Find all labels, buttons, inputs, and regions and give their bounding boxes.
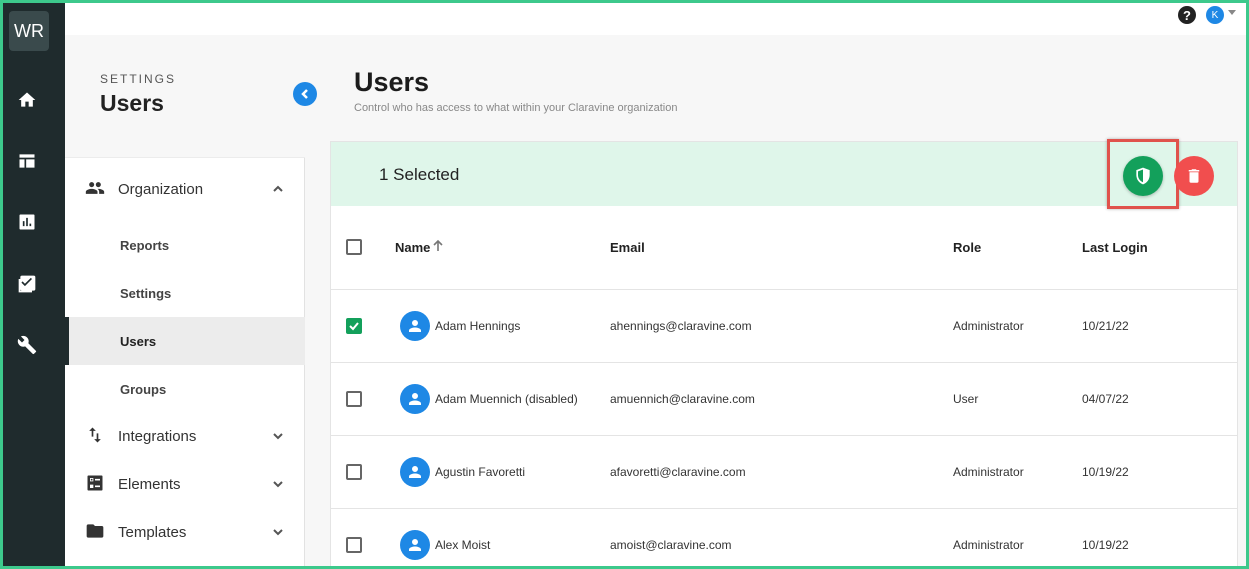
user-avatar-icon	[400, 384, 430, 414]
home-icon[interactable]	[16, 89, 38, 111]
users-table-card: 1 Selected Name Email Role Last Login Ad…	[330, 139, 1238, 566]
sidebar-group-organization[interactable]: Organization	[65, 165, 305, 213]
user-avatar[interactable]: K	[1206, 6, 1224, 24]
collapse-sidebar-button[interactable]	[293, 82, 317, 106]
row-checkbox[interactable]	[346, 537, 362, 553]
table-row[interactable]: Adam Hennings ahennings@claravine.com Ad…	[331, 290, 1237, 363]
cell-role: Administrator	[953, 319, 1024, 333]
help-icon[interactable]: ?	[1178, 6, 1196, 24]
cell-email: amuennich@claravine.com	[610, 392, 755, 406]
table-row[interactable]: Agustin Favoretti afavoretti@claravine.c…	[331, 436, 1237, 509]
chevron-up-icon[interactable]	[271, 182, 285, 196]
app-window: WR ? K SETTINGS Users Organization Repor…	[3, 3, 1246, 566]
table-row[interactable]: Alex Moist amoist@claravine.com Administ…	[331, 509, 1237, 566]
folder-icon	[85, 521, 107, 543]
cell-last-login: 10/19/22	[1082, 538, 1129, 552]
assign-role-button[interactable]	[1123, 156, 1163, 196]
cell-name[interactable]: Alex Moist	[435, 538, 490, 552]
sidebar-item-users[interactable]: Users	[65, 317, 305, 365]
people-icon	[85, 178, 107, 200]
app-rail: WR	[3, 3, 65, 566]
list-box-icon	[85, 473, 107, 495]
sidebar-group-label: Integrations	[118, 427, 197, 445]
chevron-down-icon[interactable]	[1228, 10, 1236, 15]
row-checkbox[interactable]	[346, 318, 362, 334]
cell-email: afavoretti@claravine.com	[610, 465, 746, 479]
sidebar-title: Users	[100, 90, 164, 116]
top-bar: ? K	[65, 3, 1246, 35]
shield-icon	[1136, 167, 1150, 185]
sidebar-group-label: Templates	[118, 523, 187, 541]
user-avatar-icon	[400, 530, 430, 560]
cell-name[interactable]: Adam Hennings	[435, 319, 520, 333]
cell-name[interactable]: Agustin Favoretti	[435, 465, 525, 479]
user-avatar-icon	[400, 457, 430, 487]
chevron-down-icon[interactable]	[271, 525, 285, 539]
sidebar-group-elements[interactable]: Elements	[65, 460, 305, 508]
column-header-last-login[interactable]: Last Login	[1082, 240, 1148, 255]
sidebar-group-label: Elements	[118, 475, 181, 493]
workspace-logo[interactable]: WR	[9, 11, 49, 51]
sidebar-item-reports[interactable]: Reports	[65, 221, 305, 269]
arrow-up-icon[interactable]	[431, 239, 445, 253]
cell-last-login: 04/07/22	[1082, 392, 1129, 406]
sidebar-item-label: Reports	[120, 237, 170, 253]
row-checkbox[interactable]	[346, 391, 362, 407]
trash-icon	[1188, 169, 1200, 183]
sidebar-group-templates[interactable]: Templates	[65, 508, 305, 556]
cell-role: Administrator	[953, 538, 1024, 552]
row-checkbox[interactable]	[346, 464, 362, 480]
selection-toolbar: 1 Selected	[331, 139, 1237, 209]
column-header-role[interactable]: Role	[953, 240, 981, 255]
selection-count: 1 Selected	[379, 165, 460, 184]
sidebar-item-label: Users	[120, 333, 157, 349]
checklist-icon[interactable]	[16, 273, 38, 295]
sidebar-group-integrations[interactable]: Integrations	[65, 412, 305, 460]
settings-sidebar: SETTINGS Users Organization Reports Sett…	[65, 35, 305, 566]
table-icon[interactable]	[16, 150, 38, 172]
page-title: Users	[354, 67, 430, 97]
cell-last-login: 10/19/22	[1082, 465, 1129, 479]
column-header-name[interactable]: Name	[395, 240, 430, 255]
sidebar-item-label: Groups	[120, 381, 167, 397]
user-avatar-icon	[400, 311, 430, 341]
chevron-down-icon[interactable]	[271, 429, 285, 443]
cell-role: User	[953, 392, 979, 406]
sidebar-kicker: SETTINGS	[100, 72, 177, 86]
swap-vertical-icon	[85, 425, 107, 447]
chart-icon[interactable]	[16, 211, 38, 233]
sidebar-item-settings[interactable]: Settings	[65, 269, 305, 317]
delete-button[interactable]	[1174, 156, 1214, 196]
cell-email: amoist@claravine.com	[610, 538, 732, 552]
sidebar-item-label: Settings	[120, 285, 172, 301]
sidebar-group-label: Organization	[118, 180, 204, 198]
chevron-down-icon[interactable]	[271, 477, 285, 491]
cell-last-login: 10/21/22	[1082, 319, 1129, 333]
chevron-left-icon	[301, 89, 308, 99]
sidebar-header: SETTINGS Users	[65, 35, 305, 158]
cell-name[interactable]: Adam Muennich (disabled)	[435, 392, 578, 406]
select-all-checkbox[interactable]	[346, 239, 362, 255]
column-header-email[interactable]: Email	[610, 240, 645, 255]
wrench-icon[interactable]	[16, 334, 38, 356]
table-header: Name Email Role Last Login	[331, 206, 1237, 290]
page-subtitle: Control who has access to what within yo…	[354, 102, 678, 114]
cell-role: Administrator	[953, 465, 1024, 479]
cell-email: ahennings@claravine.com	[610, 319, 752, 333]
table-row[interactable]: Adam Muennich (disabled) amuennich@clara…	[331, 363, 1237, 436]
sidebar-item-groups[interactable]: Groups	[65, 365, 305, 413]
